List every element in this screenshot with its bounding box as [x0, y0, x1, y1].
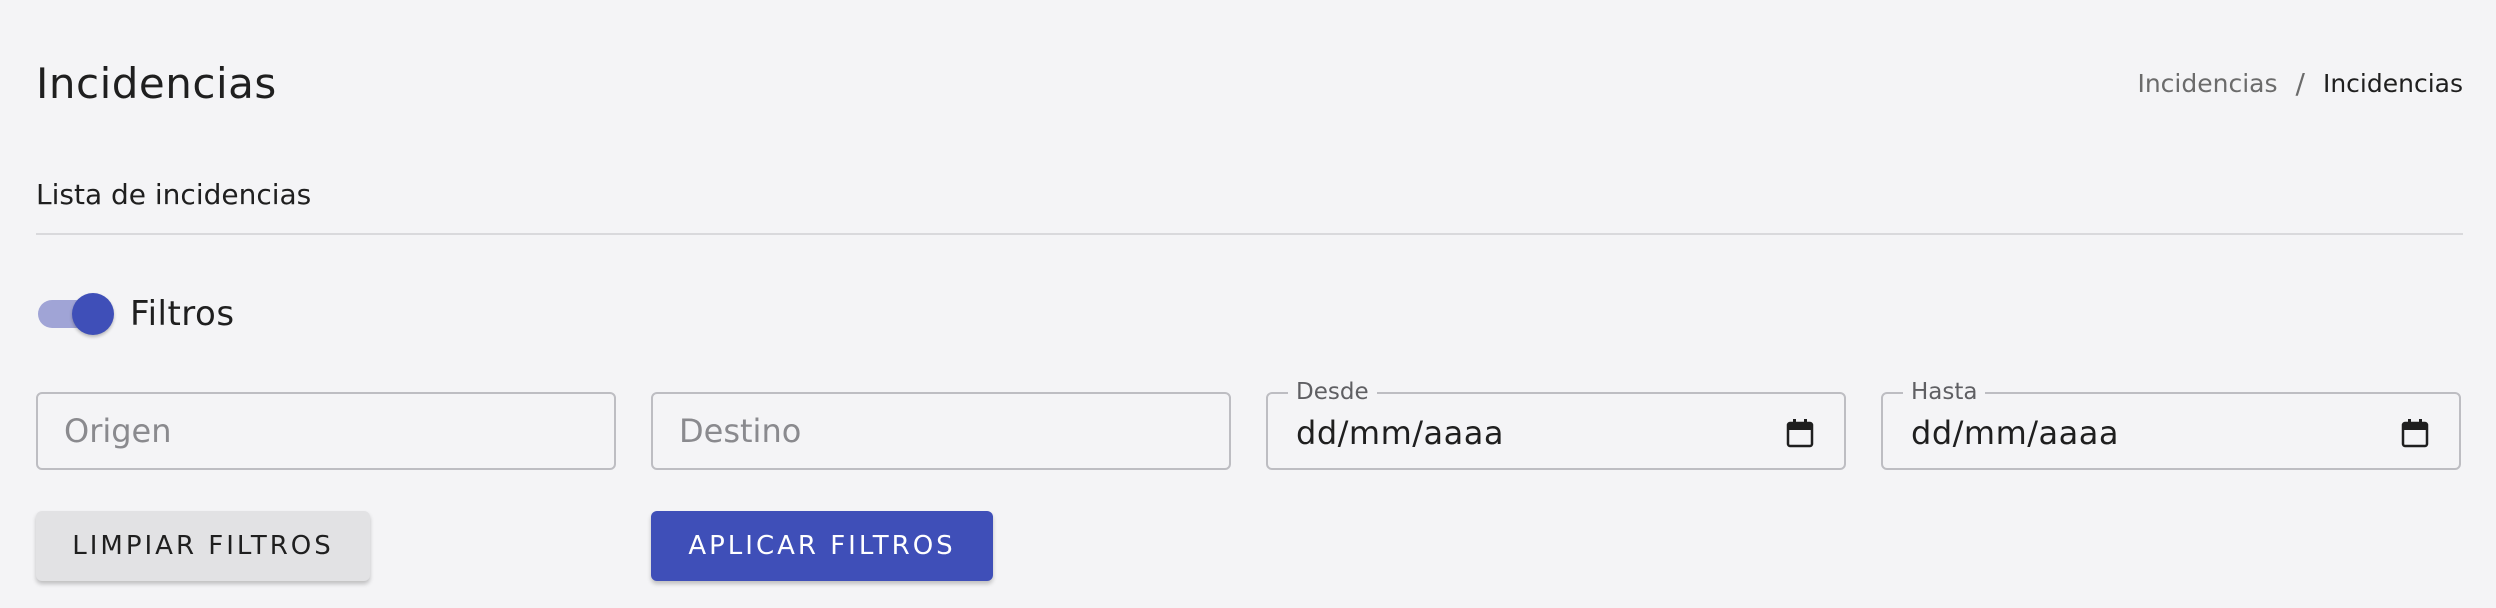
- breadcrumb-link-incidencias[interactable]: Incidencias: [2137, 66, 2277, 102]
- breadcrumb-current: Incidencias: [2322, 69, 2463, 98]
- divider: [36, 233, 2463, 235]
- desde-date-value[interactable]: dd/mm/aaaa: [1296, 414, 1504, 452]
- breadcrumb-separator: /: [2295, 67, 2305, 100]
- breadcrumb: Incidencias / Incidencias: [2137, 66, 2463, 102]
- filters-toggle[interactable]: [36, 293, 114, 335]
- filters-toggle-label: Filtros: [130, 294, 235, 334]
- hasta-date-field[interactable]: Hasta dd/mm/aaaa: [1881, 380, 2461, 470]
- calendar-icon[interactable]: [1786, 418, 1814, 448]
- destino-field: [651, 392, 1231, 470]
- hasta-label: Hasta: [1903, 380, 1986, 404]
- apply-filters-button[interactable]: APLICAR FILTROS: [651, 511, 993, 581]
- calendar-icon[interactable]: [2401, 418, 2429, 448]
- hasta-date-value[interactable]: dd/mm/aaaa: [1911, 414, 2119, 452]
- origen-input[interactable]: [38, 394, 614, 468]
- clear-filters-button[interactable]: LIMPIAR FILTROS: [36, 511, 370, 581]
- section-title: Lista de incidencias: [36, 178, 312, 211]
- destino-input[interactable]: [653, 394, 1229, 468]
- origen-field: [36, 392, 616, 470]
- page-title: Incidencias: [36, 59, 277, 108]
- desde-label: Desde: [1288, 380, 1377, 404]
- desde-date-field[interactable]: Desde dd/mm/aaaa: [1266, 380, 1846, 470]
- toggle-thumb: [72, 293, 114, 335]
